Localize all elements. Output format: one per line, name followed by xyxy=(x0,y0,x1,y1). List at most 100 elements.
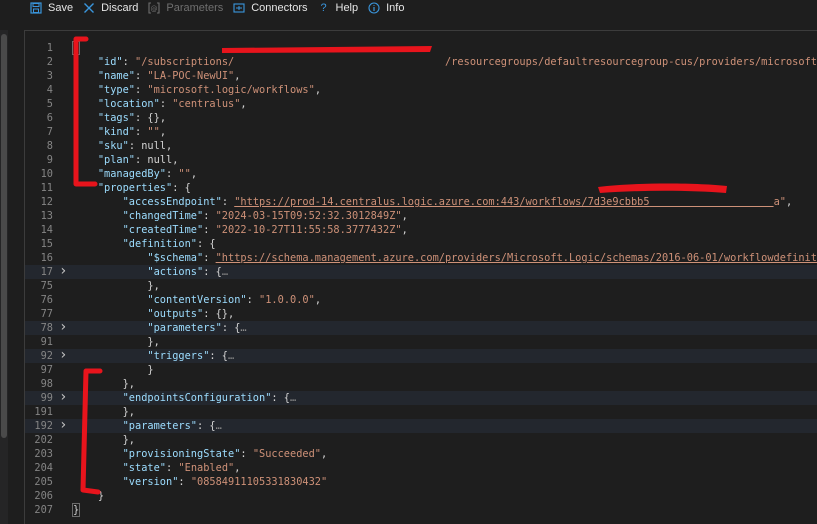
line-number: 8 xyxy=(46,140,53,152)
line-number: 5 xyxy=(46,98,53,110)
line-number: 11 xyxy=(40,182,53,194)
code-line[interactable]: 8 "sku": null, xyxy=(24,139,817,153)
token-key: "sku" xyxy=(97,140,129,152)
code-text: "$schema": "https://schema.management.az… xyxy=(73,251,817,265)
editor-border-top xyxy=(24,30,817,31)
code-text: "parameters": {… xyxy=(73,419,222,433)
token-str: "Succeeded" xyxy=(252,448,322,460)
code-line[interactable]: 7 "kind": "", xyxy=(24,125,817,139)
code-line[interactable]: 3 "name": "LA-POC-NewUI", xyxy=(24,69,817,83)
code-line[interactable]: 6 "tags": {}, xyxy=(24,111,817,125)
code-line[interactable]: 207} xyxy=(24,503,817,517)
token-punc: : xyxy=(178,476,191,488)
code-line[interactable]: 205 "version": "08584911105331830432" xyxy=(24,475,817,489)
fold-chevron-icon[interactable]: › xyxy=(59,390,69,405)
code-line[interactable]: 12 "accessEndpoint": "https://prod-14.ce… xyxy=(24,195,817,209)
code-line[interactable]: 2 "id": "/subscriptions/ /resourcegroups… xyxy=(24,55,817,69)
line-number: 16 xyxy=(40,252,53,264)
code-line[interactable]: 202 }, xyxy=(24,433,817,447)
token-str: "08584911105331830432" xyxy=(190,476,328,488)
code-line[interactable]: 204 "state": "Enabled", xyxy=(24,461,817,475)
code-line[interactable]: 206 } xyxy=(24,489,817,503)
info-button[interactable]: Info xyxy=(368,0,404,16)
code-editor[interactable]: 1{2 "id": "/subscriptions/ /resourcegrou… xyxy=(24,30,817,524)
code-line[interactable]: 75 }, xyxy=(24,279,817,293)
token-ellip: … xyxy=(215,420,222,432)
code-line[interactable]: 10 "managedBy": "", xyxy=(24,167,817,181)
code-line[interactable]: 14 "createdTime": "2022-10-27T11:55:58.3… xyxy=(24,223,817,237)
code-line[interactable]: 98 }, xyxy=(24,377,817,391)
token-punc: : { xyxy=(209,350,229,362)
code-line[interactable]: 77 "outputs": {}, xyxy=(24,307,817,321)
code-line[interactable]: 192 › "parameters": {… xyxy=(24,418,817,433)
token-punc: : null, xyxy=(128,140,173,152)
token-key: "createdTime" xyxy=(122,224,204,236)
token-punc: : xyxy=(166,462,179,474)
code-line[interactable]: 99 › "endpointsConfiguration": {… xyxy=(24,390,817,405)
line-number: 6 xyxy=(46,112,53,124)
token-key: "triggers" xyxy=(147,350,210,362)
code-line[interactable]: 78 › "parameters": {… xyxy=(24,320,817,335)
token-punc: : xyxy=(135,126,148,138)
token-key: "managedBy" xyxy=(97,168,167,180)
parameters-icon: @ xyxy=(148,2,160,14)
line-number: 3 xyxy=(46,70,53,82)
code-line[interactable]: 4 "type": "microsoft.logic/workflows", xyxy=(24,83,817,97)
token-punc: : xyxy=(240,448,253,460)
line-number: 7 xyxy=(46,126,53,138)
token-str: "/subscriptions/ xyxy=(135,56,235,68)
code-text: "tags": {}, xyxy=(73,111,166,125)
fold-chevron-icon[interactable]: › xyxy=(59,418,69,433)
code-line[interactable]: 97 } xyxy=(24,363,817,377)
token-ellip: … xyxy=(290,392,297,404)
info-icon xyxy=(368,2,380,14)
token-punc: , xyxy=(240,98,247,110)
token-key: "version" xyxy=(122,476,179,488)
token-str: /resourcegroups/defaultresourcegroup-cus… xyxy=(445,56,817,68)
code-line[interactable]: 5 "location": "centralus", xyxy=(24,97,817,111)
code-line[interactable]: 76 "contentVersion": "1.0.0.0", xyxy=(24,293,817,307)
line-number: 207 xyxy=(34,504,53,516)
code-text: "contentVersion": "1.0.0.0", xyxy=(73,293,321,307)
code-line[interactable]: 17 › "actions": {… xyxy=(24,264,817,279)
token-punc: : xyxy=(203,210,216,222)
token-key: "plan" xyxy=(97,154,136,166)
token-punc: : xyxy=(221,196,235,208)
token-key: "accessEndpoint" xyxy=(122,196,222,208)
line-number: 75 xyxy=(40,280,53,292)
scrollbar-thumb[interactable] xyxy=(1,34,7,438)
code-line[interactable]: 203 "provisioningState": "Succeeded", xyxy=(24,447,817,461)
vertical-scrollbar[interactable] xyxy=(0,30,8,524)
code-text: "actions": {… xyxy=(73,265,228,279)
token-key: "endpointsConfiguration" xyxy=(122,392,272,404)
token-punc: : xyxy=(122,56,136,68)
code-line[interactable]: 15 "definition": { xyxy=(24,237,817,251)
code-text: "location": "centralus", xyxy=(73,97,247,111)
code-line[interactable]: 191 }, xyxy=(24,405,817,419)
connectors-button[interactable]: Connectors xyxy=(233,0,308,16)
fold-chevron-icon[interactable]: › xyxy=(59,348,69,363)
line-number: 206 xyxy=(34,490,53,502)
parameters-button[interactable]: @ Parameters xyxy=(148,0,223,16)
token-key: "state" xyxy=(122,462,167,474)
fold-chevron-icon[interactable]: › xyxy=(59,264,69,279)
code-line[interactable]: 11 "properties": { xyxy=(24,181,817,195)
code-line[interactable]: 91 }, xyxy=(24,335,817,349)
discard-button[interactable]: Discard xyxy=(83,0,138,16)
code-line[interactable]: 92 › "triggers": {… xyxy=(24,348,817,363)
code-line[interactable]: 13 "changedTime": "2024-03-15T09:52:32.3… xyxy=(24,209,817,223)
code-line[interactable]: 9 "plan": null, xyxy=(24,153,817,167)
line-number: 202 xyxy=(34,434,53,446)
token-key: "type" xyxy=(97,84,136,96)
code-line[interactable]: 16 "$schema": "https://schema.management… xyxy=(24,251,817,265)
code-line[interactable]: 1{ xyxy=(24,41,817,55)
code-lines: 1{2 "id": "/subscriptions/ /resourcegrou… xyxy=(24,41,817,517)
token-punc: : xyxy=(135,84,148,96)
token-str: "" xyxy=(178,168,191,180)
discard-label: Discard xyxy=(101,2,139,14)
token-str: "1.0.0.0" xyxy=(259,294,315,306)
help-button[interactable]: ? Help xyxy=(318,0,358,16)
save-button[interactable]: Save xyxy=(30,0,73,16)
token-link: "https://schema.management.azure.com/pro… xyxy=(215,252,817,264)
fold-chevron-icon[interactable]: › xyxy=(59,320,69,335)
